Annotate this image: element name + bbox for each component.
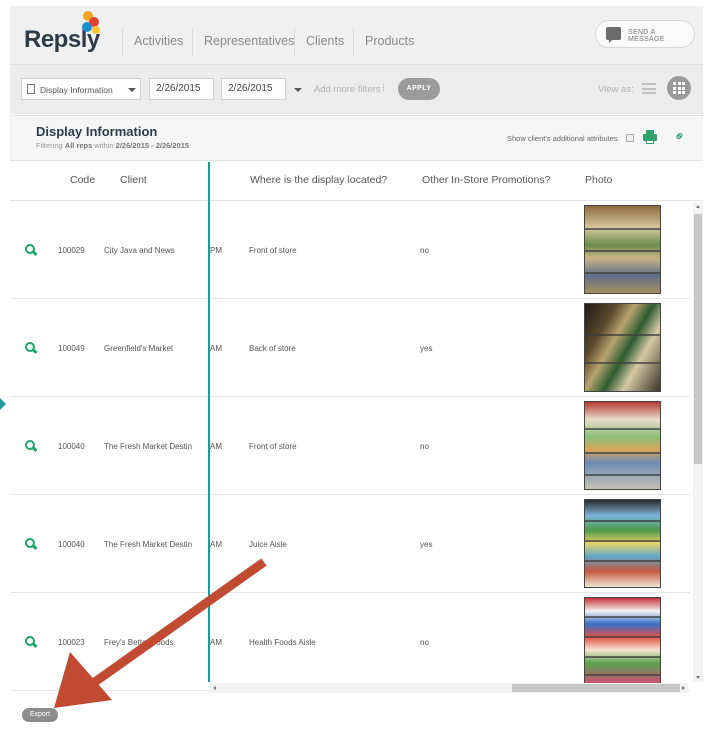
cell-client: Frey's Better Foods: [104, 638, 174, 647]
magnifier-icon[interactable]: [25, 538, 38, 550]
additional-attributes-checkbox[interactable]: [626, 134, 634, 142]
cell-time: PM: [210, 246, 222, 255]
additional-attributes-label: Show client's additional attributes: [507, 134, 618, 143]
nav-divider: [353, 28, 354, 56]
date-to-value: 2/26/2015: [228, 83, 273, 94]
display-photo[interactable]: [584, 401, 661, 490]
magnifier-icon[interactable]: [25, 244, 38, 256]
message-icon: [606, 27, 621, 43]
column-header-promotions[interactable]: Other In-Store Promotions?: [422, 174, 550, 186]
list-view-icon[interactable]: [642, 83, 656, 94]
filter-bar: Display Information 2/26/2015 - 2/26/201…: [10, 64, 703, 114]
apply-button[interactable]: APPLY: [398, 78, 440, 100]
frozen-column-divider: [208, 162, 210, 682]
filter-within: within: [94, 141, 114, 150]
cell-time: AM: [210, 344, 222, 353]
table-row[interactable]: 100040 The Fresh Market Destin AM Juice …: [10, 495, 690, 593]
scroll-left-icon[interactable]: [213, 686, 216, 690]
logo-mark-icon: [82, 11, 100, 34]
horizontal-scrollbar[interactable]: [210, 683, 688, 693]
grid-view-icon[interactable]: [667, 76, 691, 100]
cell-code: 100049: [58, 344, 85, 353]
nav-divider: [294, 28, 295, 56]
cell-client: The Fresh Market Destin: [104, 442, 193, 451]
cell-code: 100023: [58, 638, 85, 647]
cell-promotions: yes: [420, 540, 433, 549]
add-more-filters-link[interactable]: Add more filters: [314, 84, 381, 95]
scroll-right-icon[interactable]: [682, 686, 685, 690]
column-header-photo[interactable]: Photo: [585, 174, 612, 186]
cell-time: AM: [210, 540, 222, 549]
table-row[interactable]: 100029 City Java and News PM Front of st…: [10, 201, 690, 299]
filter-reps: All reps: [64, 141, 93, 150]
cell-promotions: no: [420, 442, 429, 451]
column-header-location[interactable]: Where is the display located?: [250, 174, 387, 186]
scroll-down-icon[interactable]: [696, 676, 700, 679]
document-icon: [27, 84, 35, 94]
chevron-down-icon: [128, 88, 136, 92]
cell-location: Health Foods Aisle: [249, 638, 316, 647]
send-message-label: SEND A MESSAGE: [628, 29, 665, 43]
tab-products[interactable]: Products: [365, 34, 414, 48]
export-button[interactable]: Export: [22, 708, 58, 722]
vertical-scroll-thumb[interactable]: [694, 214, 702, 464]
form-select-value: Display Information: [40, 85, 113, 95]
tab-representatives[interactable]: Representatives: [204, 34, 294, 48]
link-icon[interactable]: ⚭: [670, 126, 690, 146]
date-to-field[interactable]: 2/26/2015: [221, 78, 286, 100]
form-select[interactable]: Display Information: [21, 78, 141, 100]
scroll-up-icon[interactable]: [696, 205, 700, 208]
table-row[interactable]: 100049 Greenfield's Market AM Back of st…: [10, 299, 690, 397]
magnifier-icon[interactable]: [25, 440, 38, 452]
magnifier-icon[interactable]: [25, 636, 38, 648]
cell-location: Front of store: [249, 442, 297, 451]
table-row[interactable]: 100040 The Fresh Market Destin AM Front …: [10, 397, 690, 495]
horizontal-scroll-thumb[interactable]: [512, 684, 680, 692]
cell-client: The Fresh Market Destin: [104, 540, 193, 549]
cell-client: Greenfield's Market: [104, 344, 174, 353]
magnifier-icon[interactable]: [25, 342, 38, 354]
cell-code: 100040: [58, 540, 85, 549]
send-message-button[interactable]: SEND A MESSAGE: [595, 20, 695, 48]
chevron-down-icon[interactable]: [294, 88, 302, 92]
more-filters-icon[interactable]: ⫶: [382, 83, 385, 94]
table-row[interactable]: 100023 Frey's Better Foods AM Health Foo…: [10, 593, 690, 691]
report-filter-summary: Filtering All reps within 2/26/2015 - 2/…: [36, 141, 189, 150]
nav-divider: [122, 28, 123, 56]
view-as-label: View as:: [598, 84, 634, 95]
date-from-value: 2/26/2015: [156, 83, 201, 94]
cell-code: 100029: [58, 246, 85, 255]
date-from-field[interactable]: 2/26/2015: [149, 78, 214, 100]
cell-time: AM: [210, 442, 222, 451]
tab-activities[interactable]: Activities: [134, 34, 183, 48]
filter-range: 2/26/2015 - 2/26/2015: [115, 141, 190, 150]
column-header-code[interactable]: Code: [70, 174, 95, 186]
panel-collapse-icon[interactable]: [0, 398, 6, 410]
cell-time: AM: [210, 638, 222, 647]
cell-client: City Java and News: [104, 246, 175, 255]
display-photo[interactable]: [584, 597, 661, 686]
display-photo[interactable]: [584, 499, 661, 588]
cell-location: Back of store: [249, 344, 296, 353]
top-nav: Repsly Activities Representatives Client…: [10, 6, 703, 64]
tab-clients[interactable]: Clients: [306, 34, 344, 48]
report-header: Display Information Filtering All reps w…: [10, 115, 703, 161]
display-photo[interactable]: [584, 205, 661, 294]
print-icon[interactable]: [643, 130, 657, 144]
activities-table: Code Client Where is the display located…: [10, 162, 703, 693]
cell-code: 100040: [58, 442, 85, 451]
cell-location: Front of store: [249, 246, 297, 255]
cell-location: Juice Aisle: [249, 540, 287, 549]
report-title: Display Information: [36, 124, 158, 139]
cell-promotions: no: [420, 638, 429, 647]
vertical-scrollbar[interactable]: [693, 202, 703, 682]
nav-divider: [192, 28, 193, 56]
cell-promotions: yes: [420, 344, 433, 353]
column-header-client[interactable]: Client: [120, 174, 147, 186]
display-photo[interactable]: [584, 303, 661, 392]
filter-prefix: Filtering: [36, 141, 63, 150]
cell-promotions: no: [420, 246, 429, 255]
